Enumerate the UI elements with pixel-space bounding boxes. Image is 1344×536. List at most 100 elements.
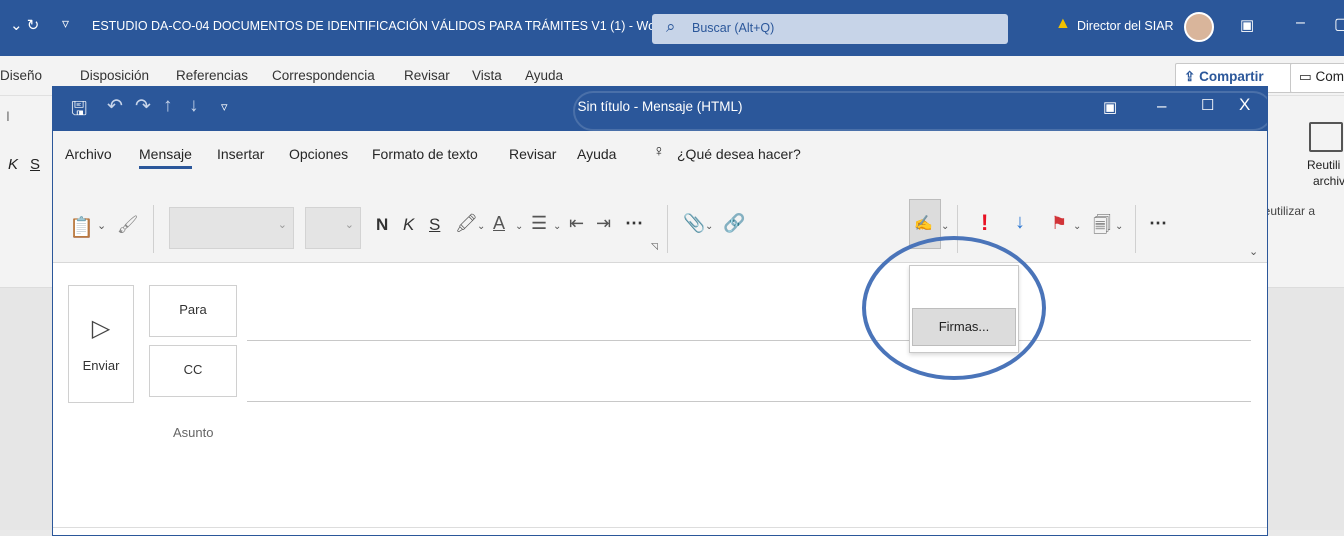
separator xyxy=(1135,205,1136,253)
link-icon[interactable]: 🔗 xyxy=(723,213,745,234)
reuse-files-icon[interactable] xyxy=(1309,122,1343,152)
warning-icon[interactable]: ▲ xyxy=(1055,15,1071,33)
to-button[interactable]: Para xyxy=(149,285,237,337)
signature-icon: ✍ xyxy=(914,215,933,232)
outlook-ribbon-toolbar: 📋 ⌄ 🖌 ⌄ ⌄ N K S 🖍 ⌄ A ⌄ ☰ ⌄ ⇤ ⇥ ⋯ ◹ 📎 ⌄ … xyxy=(53,175,1267,263)
restore-icon[interactable]: ▢ xyxy=(1334,14,1344,34)
tab-vista[interactable]: Vista xyxy=(472,68,502,83)
tab-disposicion[interactable]: Disposición xyxy=(80,68,149,83)
undo-icon[interactable]: ⌄ ↻ xyxy=(10,16,39,34)
attach-file-icon[interactable]: 📎 xyxy=(683,213,705,234)
word-italic-fragment[interactable]: K xyxy=(8,156,18,173)
more-formatting-icon[interactable]: ⋯ xyxy=(625,213,643,234)
tab-formato-texto[interactable]: Formato de texto xyxy=(372,146,478,162)
font-color-dropdown-icon[interactable]: ⌄ xyxy=(515,221,523,232)
underline-button[interactable]: S xyxy=(429,215,440,235)
font-family-select[interactable]: ⌄ xyxy=(169,207,294,249)
paste-icon[interactable]: 📋 xyxy=(69,215,94,240)
more-commands-icon[interactable]: ⋯ xyxy=(1149,213,1167,234)
cc-input[interactable] xyxy=(247,401,1251,402)
flag-dropdown-icon[interactable]: ⌄ xyxy=(1073,221,1081,232)
collapse-ribbon-icon[interactable]: ⌄ xyxy=(1249,245,1258,258)
bullets-dropdown-icon[interactable]: ⌄ xyxy=(553,221,561,232)
subject-input[interactable] xyxy=(53,527,1267,528)
share-label: Compartir xyxy=(1199,69,1264,84)
share-icon: ⇪ xyxy=(1184,69,1196,84)
ribbon-display-icon[interactable]: ▣ xyxy=(1240,16,1254,34)
signature-button[interactable]: ✍ xyxy=(909,199,941,249)
separator xyxy=(957,205,958,253)
user-name[interactable]: Director del SIAR xyxy=(1077,19,1174,33)
decrease-indent-icon[interactable]: ⇤ xyxy=(569,213,584,234)
font-size-select[interactable]: ⌄ xyxy=(305,207,361,249)
minimize-icon[interactable]: – xyxy=(1157,96,1166,116)
bold-button[interactable]: N xyxy=(376,215,388,235)
font-color-icon[interactable]: A xyxy=(493,213,505,234)
minimize-icon[interactable]: – xyxy=(1296,14,1305,32)
tab-opciones[interactable]: Opciones xyxy=(289,146,348,162)
tab-referencias[interactable]: Referencias xyxy=(176,68,248,83)
chevron-down-icon: ⌄ xyxy=(344,219,354,231)
send-icon: ▷ xyxy=(91,315,111,342)
bullets-icon[interactable]: ☰ xyxy=(531,213,547,234)
reuse-label-1[interactable]: Reutili xyxy=(1307,158,1340,172)
outlook-message-window: 🖫 ↶ ↷ ↑ ↓ ▿ Sin título - Mensaje (HTML) … xyxy=(52,86,1268,536)
window-title: Sin título - Mensaje (HTML) xyxy=(577,99,743,114)
document-title: ESTUDIO DA-CO-04 DOCUMENTOS DE IDENTIFIC… xyxy=(92,19,667,33)
search-box[interactable]: ⌕ Buscar (Alt+Q) xyxy=(652,14,1008,44)
word-underline-fragment[interactable]: S xyxy=(30,156,40,173)
tab-insertar[interactable]: Insertar xyxy=(217,146,264,162)
quick-access-dropdown-icon[interactable]: ▿ xyxy=(62,15,69,32)
lightbulb-icon: ♀ xyxy=(653,143,665,160)
word-document-right xyxy=(1267,288,1344,530)
attach-dropdown-icon[interactable]: ⌄ xyxy=(705,221,713,232)
comment-icon: ▭ xyxy=(1299,69,1312,84)
increase-indent-icon[interactable]: ⇥ xyxy=(596,213,611,234)
separator xyxy=(667,205,668,253)
chevron-down-icon: ⌄ xyxy=(277,219,287,231)
high-importance-icon[interactable]: ! xyxy=(981,210,988,236)
low-importance-icon[interactable]: ↓ xyxy=(1015,211,1025,234)
tab-revisar[interactable]: Revisar xyxy=(509,146,556,162)
paste-dropdown-icon[interactable]: ⌄ xyxy=(97,219,106,232)
template-dropdown-icon[interactable]: ⌄ xyxy=(1115,221,1123,232)
signature-dropdown-menu: Firmas... xyxy=(909,265,1019,353)
maximize-icon[interactable]: ☐ xyxy=(1201,96,1214,114)
reuse-label-2[interactable]: archiv xyxy=(1313,174,1344,188)
word-document-left xyxy=(0,288,52,530)
comments-label: Com xyxy=(1315,69,1344,84)
follow-up-flag-icon[interactable]: ⚑ xyxy=(1051,213,1067,234)
word-ribbon-right-fragment: Reutili archiv Reutilizar a xyxy=(1255,96,1344,288)
outlook-title-bar: 🖫 ↶ ↷ ↑ ↓ ▿ Sin título - Mensaje (HTML) … xyxy=(53,87,1267,131)
italic-button[interactable]: K xyxy=(403,215,414,235)
tab-ayuda[interactable]: Ayuda xyxy=(577,146,616,162)
word-title-bar: ⌄ ↻ ▿ ESTUDIO DA-CO-04 DOCUMENTOS DE IDE… xyxy=(0,0,1344,56)
tab-diseno[interactable]: Diseño xyxy=(0,68,42,83)
separator xyxy=(153,205,154,253)
cc-button[interactable]: CC xyxy=(149,345,237,397)
tell-me-search[interactable]: ¿Qué desea hacer? xyxy=(677,146,801,162)
close-icon[interactable]: X xyxy=(1239,95,1250,115)
format-painter-icon[interactable]: 🖌 xyxy=(117,215,139,235)
word-ribbon-left-fragment: I K S xyxy=(0,96,52,288)
tab-correspondencia[interactable]: Correspondencia xyxy=(272,68,375,83)
template-icon[interactable]: 🗐 xyxy=(1093,213,1111,243)
dialog-launcher-icon[interactable]: ◹ xyxy=(651,241,658,252)
avatar[interactable] xyxy=(1184,12,1214,42)
outlook-ribbon-tabs: Archivo Mensaje Insertar Opciones Format… xyxy=(53,131,1267,175)
tab-revisar[interactable]: Revisar xyxy=(404,68,450,83)
subject-label: Asunto xyxy=(173,425,214,440)
signature-dropdown-icon[interactable]: ⌄ xyxy=(941,221,949,232)
signatures-menu-item[interactable]: Firmas... xyxy=(912,308,1016,346)
highlight-dropdown-icon[interactable]: ⌄ xyxy=(477,221,485,232)
search-icon: ⌕ xyxy=(666,17,676,36)
ribbon-display-icon[interactable]: ▣ xyxy=(1103,98,1117,116)
word-fragment-bar: I xyxy=(6,108,10,124)
send-button[interactable]: ▷ Enviar xyxy=(68,285,134,403)
highlight-icon[interactable]: 🖍 xyxy=(455,213,478,234)
to-input[interactable] xyxy=(247,340,1251,341)
tab-archivo[interactable]: Archivo xyxy=(65,146,112,162)
comments-button[interactable]: ▭ Com xyxy=(1290,63,1344,93)
tab-ayuda[interactable]: Ayuda xyxy=(525,68,563,83)
tab-mensaje[interactable]: Mensaje xyxy=(139,146,192,169)
